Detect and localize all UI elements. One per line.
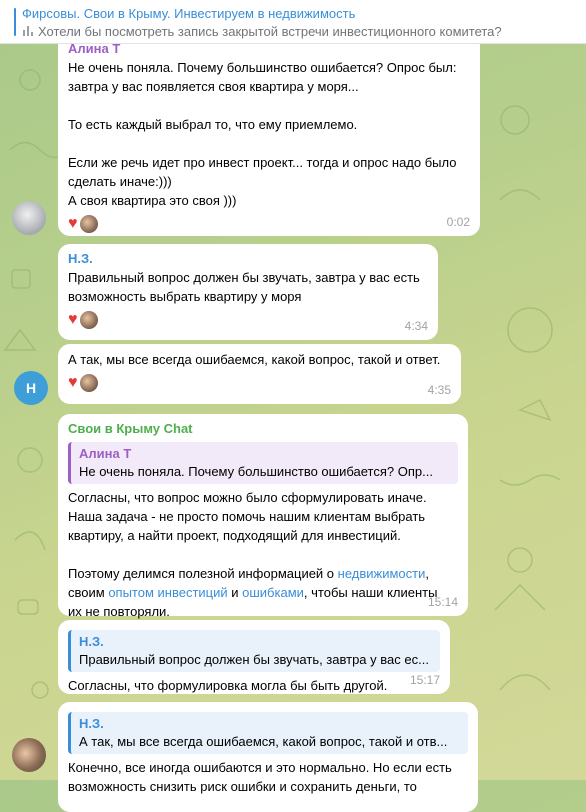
pinned-indicator [14, 8, 16, 36]
reply-text: Правильный вопрос должен бы звучать, зав… [79, 652, 429, 667]
message-text: Конечно, все иногда ошибаются и это норм… [68, 760, 452, 794]
poll-icon [22, 25, 34, 40]
message-text: Не очень поняла. Почему большинство ошиб… [68, 60, 457, 208]
message-time: 15:14 [427, 595, 458, 609]
user-avatar[interactable] [12, 201, 46, 235]
message-text: А так, мы все всегда ошибаемся, какой во… [68, 352, 441, 367]
sender-name[interactable]: Свои в Крыму Chat [68, 420, 458, 438]
text-part: и [227, 585, 243, 600]
message-time: 4:34 [404, 319, 428, 333]
reply-quote[interactable]: Алина Т Не очень поняла. Почему большинс… [68, 442, 458, 484]
link-investment-experience[interactable]: опытом инвестиций [108, 585, 227, 600]
message-text: Согласны, что вопрос можно было сформули… [68, 488, 458, 621]
reply-quote[interactable]: Н.З. А так, мы все всегда ошибаемся, как… [68, 712, 468, 754]
reactions[interactable]: ♥ [68, 214, 470, 234]
user-avatar[interactable]: Н [14, 371, 48, 405]
reply-quote[interactable]: Н.З. Правильный вопрос должен бы звучать… [68, 630, 440, 672]
reactions[interactable]: ♥ [68, 373, 451, 393]
pinned-title: Фирсовы. Свои в Крыму. Инвестируем в нед… [22, 6, 356, 21]
message-bubble[interactable]: А так, мы все всегда ошибаемся, какой во… [58, 344, 461, 404]
heart-icon[interactable]: ♥ [68, 375, 78, 391]
reactor-avatar [78, 373, 99, 393]
link-mistakes[interactable]: ошибками [242, 585, 304, 600]
message-time: 0:02 [446, 215, 470, 229]
link-real-estate[interactable]: недвижимости [338, 566, 426, 581]
message-bubble[interactable]: Н.З. Правильный вопрос должен бы звучать… [58, 244, 438, 340]
pinned-message-bar[interactable]: Фирсовы. Свои в Крыму. Инвестируем в нед… [0, 0, 586, 44]
message-bubble[interactable]: Н.З. Правильный вопрос должен бы звучать… [58, 620, 450, 694]
heart-icon[interactable]: ♥ [68, 312, 78, 328]
reactor-avatar [78, 310, 99, 330]
reply-text: Не очень поняла. Почему большинство ошиб… [79, 464, 433, 479]
pinned-subtitle: Хотели бы посмотреть запись закрытой вст… [22, 24, 502, 40]
reply-text: А так, мы все всегда ошибаемся, какой во… [79, 734, 448, 749]
reply-sender: Н.З. [79, 716, 104, 731]
message-text: Согласны, что формулировка могла бы быть… [68, 678, 388, 693]
message-bubble[interactable]: Н.З. А так, мы все всегда ошибаемся, как… [58, 702, 478, 812]
reactor-avatar [78, 214, 99, 234]
message-time: 4:35 [427, 383, 451, 397]
reactions[interactable]: ♥ [68, 310, 428, 330]
reply-sender: Н.З. [79, 634, 104, 649]
reply-sender: Алина Т [79, 446, 132, 461]
message-time: 15:17 [409, 673, 440, 687]
message-text: Правильный вопрос должен бы звучать, зав… [68, 270, 420, 304]
sender-name[interactable]: Н.З. [68, 250, 428, 268]
pinned-subtitle-text: Хотели бы посмотреть запись закрытой вст… [38, 24, 502, 39]
user-avatar[interactable] [12, 738, 46, 772]
message-bubble[interactable]: Свои в Крыму Chat Алина Т Не очень понял… [58, 414, 468, 619]
heart-icon[interactable]: ♥ [68, 216, 78, 232]
message-bubble[interactable]: Алина Т Не очень поняла. Почему большинс… [58, 34, 480, 236]
